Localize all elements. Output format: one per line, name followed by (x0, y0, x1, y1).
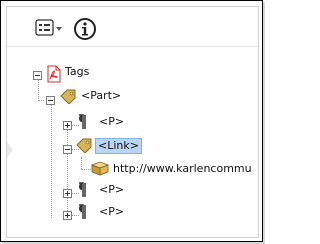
collapse-toggle-part[interactable] (46, 96, 55, 105)
tree-label-part[interactable]: <Part> (81, 89, 121, 103)
tree-connector (81, 169, 91, 170)
tags-panel: Tags <Part> <P> <Link> http://www.karlen… (6, 6, 259, 238)
paragraph-icon (79, 182, 86, 197)
tree-label-link-object[interactable]: http://www.karlencommu (113, 162, 252, 176)
collapse-toggle-link[interactable] (63, 145, 72, 154)
tree-connector (81, 157, 82, 169)
collapse-toggle-tags[interactable] (33, 71, 42, 80)
tree-label-link[interactable]: <Link> (95, 138, 142, 154)
tree-connector (38, 77, 39, 101)
tree-label-p1[interactable]: <P> (99, 115, 124, 129)
tree-label-p3[interactable]: <P> (99, 205, 124, 219)
tree-connector (67, 125, 68, 217)
tags-panel-window: Tags <Part> <P> <Link> http://www.karlen… (0, 0, 263, 242)
tags-toolbar (7, 7, 258, 45)
expand-toggle-p3[interactable] (63, 211, 72, 220)
paragraph-icon (79, 114, 86, 129)
panel-resize-grip[interactable] (7, 142, 13, 158)
list-options-icon (35, 19, 62, 36)
tree-connector (51, 103, 52, 218)
tag-icon (60, 89, 76, 104)
link-object-box-icon (91, 161, 109, 176)
info-button[interactable] (73, 17, 97, 41)
pdf-tags-icon (47, 65, 61, 83)
tag-icon (76, 138, 92, 153)
toolbar-divider (7, 46, 258, 47)
tree-connector (38, 100, 44, 101)
expand-toggle-p1[interactable] (63, 121, 72, 130)
tree-label-p2[interactable]: <P> (99, 183, 124, 197)
expand-toggle-p2[interactable] (63, 189, 72, 198)
options-menu-button[interactable] (35, 19, 65, 41)
info-icon (74, 18, 96, 40)
paragraph-icon (79, 204, 86, 219)
tree-label-tags[interactable]: Tags (65, 65, 89, 79)
